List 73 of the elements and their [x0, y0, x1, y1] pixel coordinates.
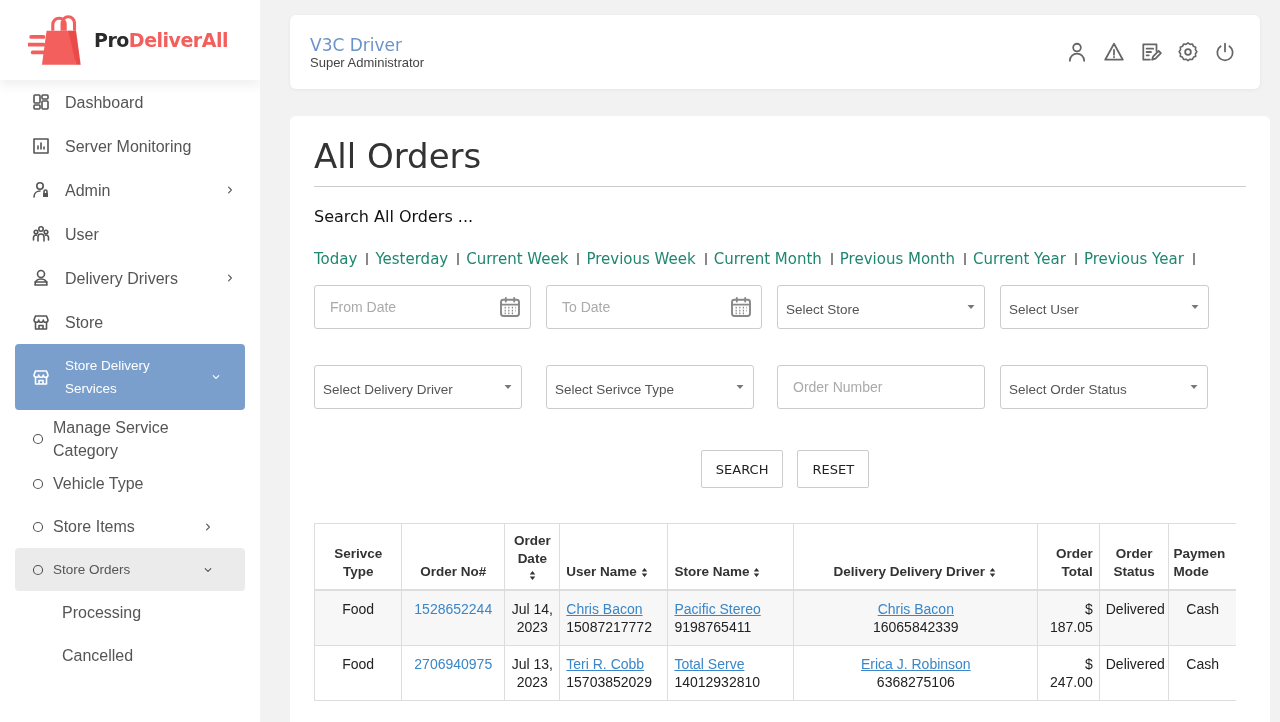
dropdown[interactable]: Select User [1000, 285, 1209, 329]
users-icon [31, 224, 51, 244]
circle-icon [31, 476, 45, 491]
table-cell: Food [314, 645, 402, 701]
sidebar-item[interactable]: Delivery Drivers [15, 256, 245, 300]
table-cell: $ 247.00 [1037, 645, 1100, 701]
phone-number: 15703852029 [566, 673, 653, 691]
phone-number: 16065842339 [871, 618, 960, 636]
date-filter-link[interactable]: Previous Month [839, 250, 955, 268]
table-cell: Delivered [1099, 645, 1169, 701]
date-field[interactable]: To Date [546, 285, 762, 329]
date-filter-link[interactable]: Current Year [973, 250, 1066, 268]
sidebar-item[interactable]: Vehicle Type [15, 462, 245, 505]
calendar-icon [498, 295, 522, 319]
table-cell: Delivered [1099, 590, 1169, 646]
calendar-icon [729, 295, 753, 319]
user-lock-icon [31, 180, 51, 200]
link[interactable]: Chris Bacon [566, 601, 643, 617]
table-cell: Cash [1168, 590, 1236, 646]
sidebar-item[interactable]: Admin [15, 168, 245, 212]
bar-chart-icon [31, 136, 51, 156]
date-filter-link[interactable]: Today [314, 250, 358, 268]
store-icon [31, 367, 51, 387]
search-heading: Search All Orders ... [314, 207, 475, 226]
date-filter-link[interactable]: Previous Year [1083, 250, 1184, 268]
sidebar-item[interactable]: Store Orders [15, 548, 245, 591]
dropdown[interactable]: Select Order Status [1000, 365, 1208, 409]
sidebar-item[interactable]: Server Monitoring [15, 124, 245, 168]
dashboard-icon [31, 92, 51, 112]
link[interactable]: Total Serve [674, 656, 745, 672]
phone-number: 15087217772 [566, 618, 653, 636]
button[interactable]: SEARCH [700, 450, 784, 488]
table-cell: $ 187.05 [1037, 590, 1100, 646]
sidebar-item[interactable]: Store [15, 300, 245, 344]
warning-icon[interactable] [1103, 41, 1125, 63]
driver-icon [31, 268, 51, 288]
dropdown[interactable]: Select Store [777, 285, 985, 329]
settings-icon[interactable] [1177, 41, 1199, 63]
user-role: Super Administrator [310, 54, 425, 70]
user-icon[interactable] [1066, 41, 1088, 63]
date-filter-link[interactable]: Current Week [466, 250, 569, 268]
input-field[interactable]: Order Number [777, 365, 985, 409]
phone-number: 14012932810 [674, 673, 762, 691]
power-icon[interactable] [1214, 41, 1236, 63]
circle-icon [31, 519, 45, 534]
sidebar-item[interactable]: Store Items [15, 505, 245, 548]
edit-icon[interactable] [1140, 41, 1162, 63]
phone-number: 6368275106 [875, 673, 956, 691]
link[interactable]: Chris Bacon [877, 601, 954, 617]
link[interactable]: Teri R. Cobb [566, 656, 645, 672]
date-field[interactable]: From Date [314, 285, 531, 329]
table-cell: Jul 14, 2023 [504, 590, 560, 646]
link[interactable]: Pacific Stereo [674, 601, 761, 617]
store-icon [31, 312, 51, 332]
table-cell: Food [314, 590, 402, 646]
circle-icon [31, 562, 45, 577]
sidebar-item[interactable]: User [15, 212, 245, 256]
page-title: All Orders [314, 136, 1246, 187]
phone-number: 9198765411 [674, 618, 753, 636]
date-filter-link[interactable]: Previous Week [586, 250, 696, 268]
sidebar-item[interactable]: Dashboard [15, 80, 245, 124]
link[interactable]: Erica J. Robinson [860, 656, 971, 672]
circle-icon [31, 432, 45, 446]
sidebar-item[interactable]: Processing [15, 591, 245, 634]
date-filter-link[interactable]: Yesterday [375, 250, 449, 268]
sidebar-item[interactable]: Cancelled [15, 634, 245, 677]
date-filter-link[interactable]: Current Month [713, 250, 822, 268]
dropdown[interactable]: Select Serivce Type [546, 365, 754, 409]
dropdown[interactable]: Select Delivery Driver [314, 365, 522, 409]
table-cell: Jul 13, 2023 [504, 645, 560, 701]
brand-name: ProDeliverAll [94, 29, 228, 51]
button[interactable]: RESET [797, 450, 870, 488]
sidebar-item[interactable]: Manage Service Category [15, 416, 245, 462]
